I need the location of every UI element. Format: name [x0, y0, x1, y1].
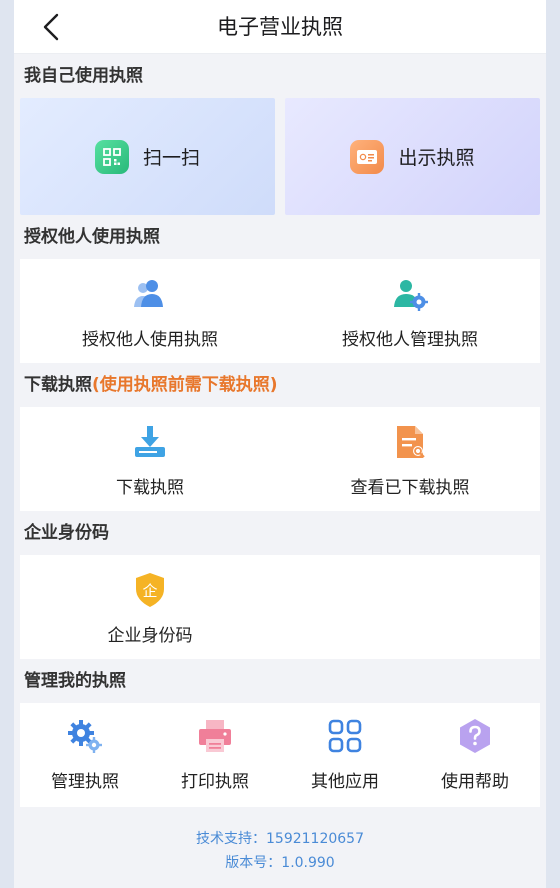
other-apps-button[interactable]: 其他应用: [280, 703, 410, 807]
enterprise-card: 企 企业身份码: [20, 555, 540, 659]
enterprise-code-label: 企业身份码: [107, 626, 193, 646]
show-license-label: 出示执照: [398, 147, 475, 169]
grid-apps-icon: [326, 717, 364, 755]
shield-badge-icon: 企: [131, 571, 169, 609]
help-label: 使用帮助: [441, 772, 509, 792]
download-license-label: 下载执照: [116, 478, 184, 498]
authorize-manage-label: 授权他人管理执照: [342, 330, 478, 350]
support-phone: 技术支持：15921120657: [196, 831, 364, 847]
manage-license-button[interactable]: 管理执照: [20, 703, 150, 807]
download-icon: [131, 423, 169, 461]
authorize-use-label: 授权他人使用执照: [82, 330, 218, 350]
page-title: 电子营业执照: [217, 15, 343, 39]
version-number: 版本号：1.0.990: [225, 855, 335, 871]
enterprise-code-button[interactable]: 企 企业身份码: [20, 555, 280, 659]
shield-badge-char: 企: [142, 582, 157, 600]
question-icon: [456, 717, 494, 755]
gears-icon: [66, 717, 104, 755]
document-search-icon: [391, 423, 429, 461]
authorize-manage-button[interactable]: 授权他人管理执照: [280, 259, 540, 363]
view-downloaded-label: 查看已下载执照: [350, 478, 470, 498]
scan-button[interactable]: 扫一扫: [20, 98, 275, 215]
empty-cell: [280, 555, 540, 659]
view-downloaded-button[interactable]: 查看已下载执照: [280, 407, 540, 511]
section-title-authorize: 授权他人使用执照: [24, 227, 160, 247]
printer-icon: [196, 717, 234, 755]
chevron-left-icon: [43, 13, 59, 41]
download-title-text: 下载执照: [24, 375, 92, 395]
section-title-download: 下载执照(使用执照前需下载执照): [14, 363, 546, 407]
authorize-card: 授权他人使用执照 授权他人管理执照: [20, 259, 540, 363]
footer: 技术支持：15921120657 版本号：1.0.990: [14, 827, 546, 875]
section-title-self: 我自己使用执照: [24, 66, 143, 86]
show-license-button[interactable]: 出示执照: [285, 98, 540, 215]
download-card: 下载执照 查看已下载执照: [20, 407, 540, 511]
back-button[interactable]: [36, 12, 66, 42]
other-apps-label: 其他应用: [311, 772, 379, 792]
manage-card: 管理执照 打印执照 其他应用 使用帮助: [20, 703, 540, 807]
quick-actions: 扫一扫 出示执照: [14, 98, 546, 215]
license-page: 电子营业执照 我自己使用执照 扫一扫 出示执照 授权他人使用执照 授权他人使用执…: [14, 0, 546, 888]
help-button[interactable]: 使用帮助: [410, 703, 540, 807]
section-title-enterprise: 企业身份码: [24, 523, 109, 543]
id-card-icon: [350, 139, 385, 174]
qr-scan-icon: [94, 139, 129, 174]
nav-bar: 电子营业执照: [14, 0, 546, 54]
users-icon: [131, 275, 169, 313]
authorize-use-button[interactable]: 授权他人使用执照: [20, 259, 280, 363]
user-gear-icon: [391, 275, 429, 313]
section-title-manage: 管理我的执照: [24, 671, 126, 691]
download-license-button[interactable]: 下载执照: [20, 407, 280, 511]
download-note: (使用执照前需下载执照): [92, 375, 278, 395]
print-license-button[interactable]: 打印执照: [150, 703, 280, 807]
manage-license-label: 管理执照: [51, 772, 119, 792]
print-license-label: 打印执照: [181, 772, 249, 792]
scan-label: 扫一扫: [142, 147, 200, 169]
